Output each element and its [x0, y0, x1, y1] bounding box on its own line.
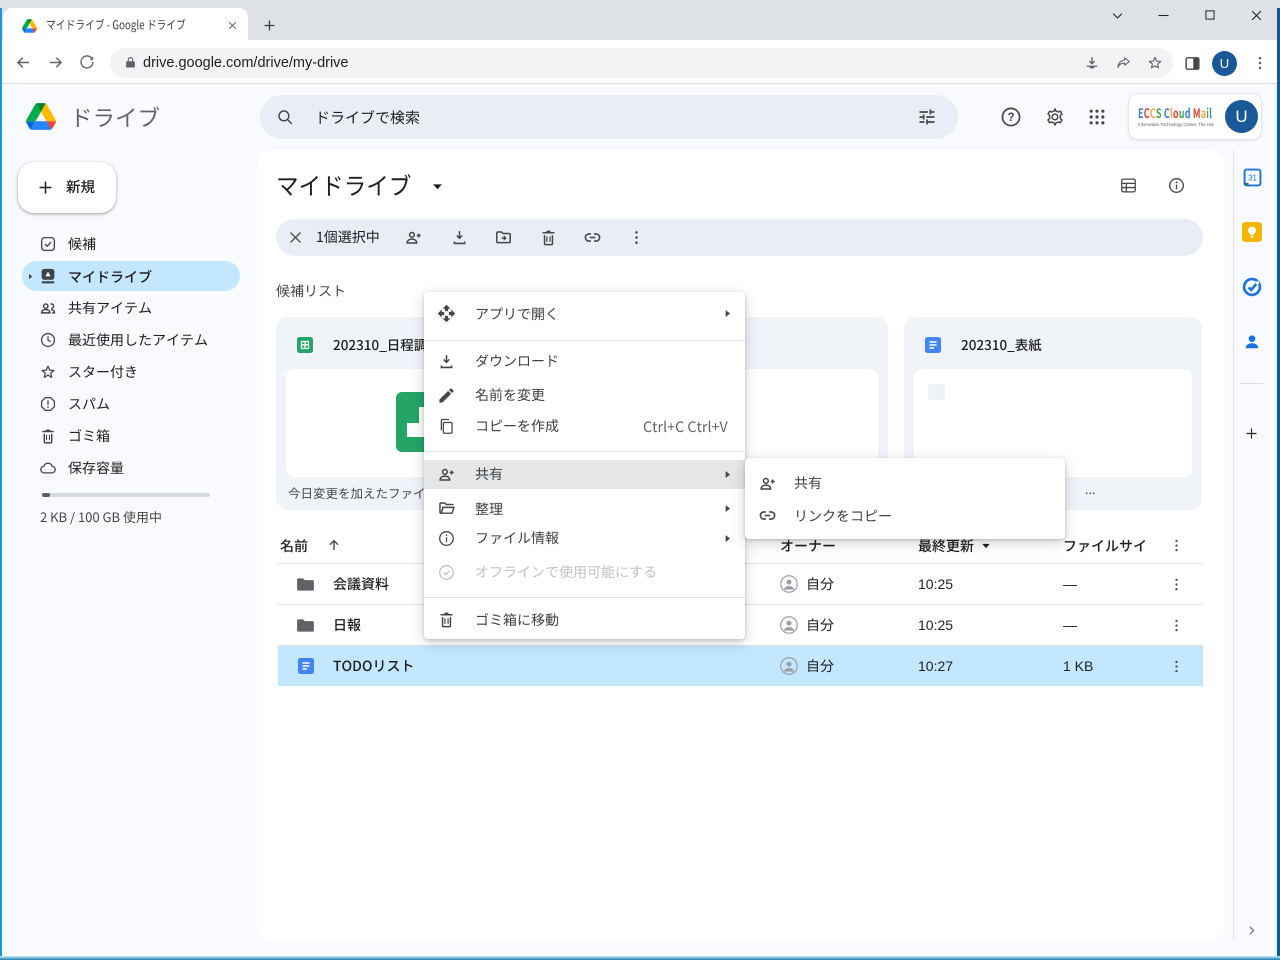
svg-text:?: ? — [1007, 112, 1014, 124]
svg-text:31: 31 — [1248, 174, 1257, 183]
